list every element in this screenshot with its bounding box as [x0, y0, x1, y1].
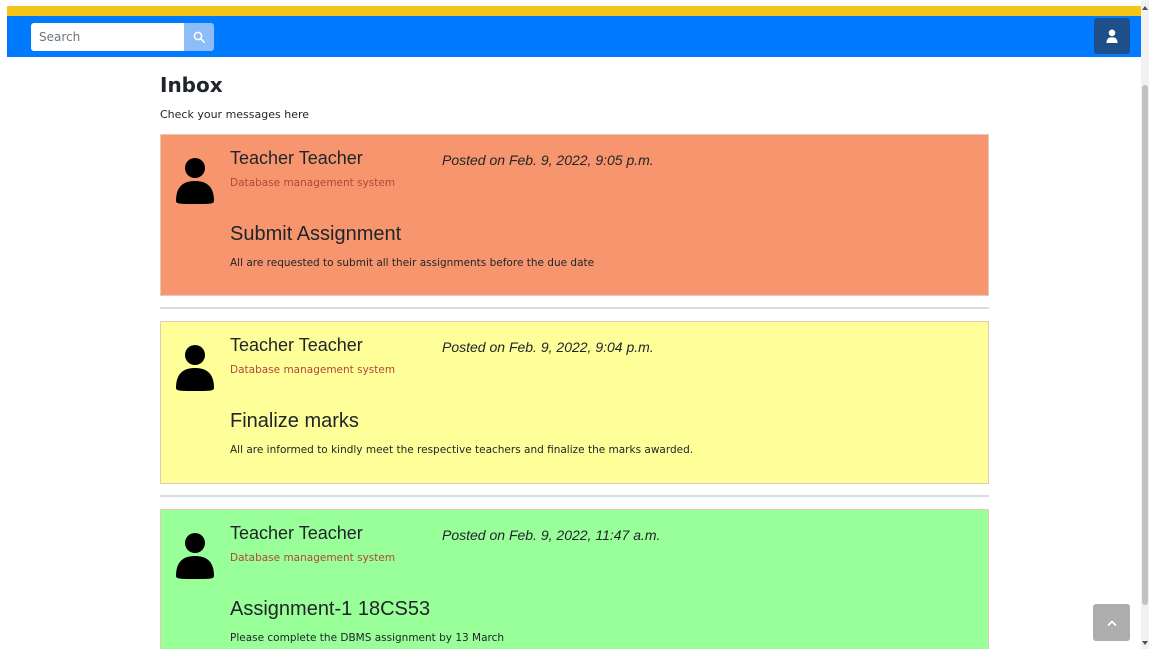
message-divider — [160, 495, 989, 497]
user-icon — [1106, 29, 1118, 43]
message-timestamp: Posted on Feb. 9, 2022, 9:05 p.m. — [442, 152, 654, 168]
accent-bar — [0, 0, 1141, 16]
message-course: Database management system — [230, 552, 396, 564]
message-sender: Teacher Teacher — [230, 335, 363, 355]
message-title: Assignment-1 18CS53 — [230, 598, 431, 620]
message-timestamp: Posted on Feb. 9, 2022, 11:47 a.m. — [442, 527, 661, 543]
navbar — [7, 16, 1141, 57]
message-divider — [160, 307, 989, 309]
message-card[interactable]: Teacher Teacher Posted on Feb. 9, 2022, … — [160, 134, 989, 296]
search-input[interactable] — [31, 23, 185, 51]
message-card[interactable]: Teacher Teacher Posted on Feb. 9, 2022, … — [160, 321, 989, 484]
message-body: Please complete the DBMS assignment by 1… — [230, 632, 505, 644]
message-title: Submit Assignment — [230, 223, 402, 245]
search-button[interactable] — [184, 23, 214, 51]
message-title: Finalize marks — [230, 410, 359, 432]
avatar-icon — [176, 158, 214, 204]
message-card[interactable]: Teacher Teacher Posted on Feb. 9, 2022, … — [160, 509, 989, 649]
message-body: All are requested to submit all their as… — [230, 257, 595, 269]
message-course: Database management system — [230, 177, 396, 189]
vertical-scrollbar[interactable] — [1141, 0, 1149, 649]
inbox-content: Inbox Check your messages here Teacher T… — [0, 57, 1141, 649]
message-timestamp: Posted on Feb. 9, 2022, 9:04 p.m. — [442, 339, 654, 355]
scroll-up-arrow-icon[interactable] — [1141, 0, 1149, 14]
scrollbar-thumb[interactable] — [1142, 85, 1148, 605]
page-title: Inbox — [160, 73, 223, 97]
message-sender: Teacher Teacher — [230, 148, 363, 168]
back-to-top-button[interactable] — [1093, 604, 1130, 641]
user-menu-button[interactable] — [1094, 18, 1130, 54]
message-sender: Teacher Teacher — [230, 523, 363, 543]
scroll-down-arrow-icon[interactable] — [1141, 637, 1149, 649]
avatar-icon — [176, 345, 214, 391]
message-body: All are informed to kindly meet the resp… — [230, 444, 694, 456]
page-subtitle: Check your messages here — [160, 108, 310, 121]
chevron-up-icon — [1107, 620, 1116, 626]
avatar-icon — [176, 533, 214, 579]
page: Inbox Check your messages here Teacher T… — [0, 0, 1149, 649]
message-course: Database management system — [230, 364, 396, 376]
search-icon — [193, 31, 205, 43]
